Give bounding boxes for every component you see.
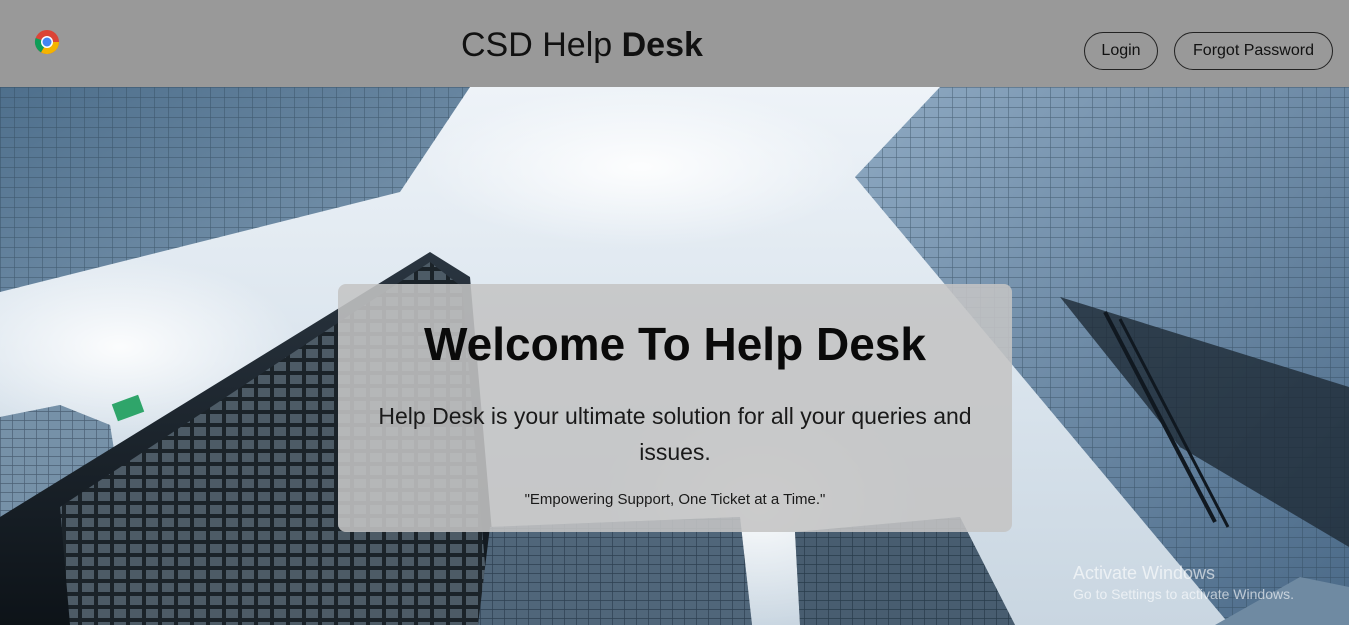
site-title-bold: Desk bbox=[621, 26, 703, 64]
welcome-card: Welcome To Help Desk Help Desk is your u… bbox=[338, 284, 1012, 532]
site-title-regular: CSD Help bbox=[461, 26, 622, 64]
site-title: CSD Help Desk bbox=[461, 26, 703, 64]
watermark-subtitle: Go to Settings to activate Windows. bbox=[1073, 586, 1294, 602]
chrome-logo-icon[interactable] bbox=[33, 28, 61, 56]
activate-windows-watermark: Activate Windows Go to Settings to activ… bbox=[1073, 562, 1294, 603]
welcome-heading: Welcome To Help Desk bbox=[424, 318, 926, 370]
login-button[interactable]: Login bbox=[1084, 32, 1158, 70]
watermark-title: Activate Windows bbox=[1073, 563, 1216, 583]
welcome-tagline: "Empowering Support, One Ticket at a Tim… bbox=[524, 491, 826, 508]
welcome-description: Help Desk is your ultimate solution for … bbox=[378, 403, 972, 465]
forgot-password-button[interactable]: Forgot Password bbox=[1174, 32, 1333, 70]
top-navbar: CSD Help Desk Login Forgot Password bbox=[0, 0, 1349, 87]
